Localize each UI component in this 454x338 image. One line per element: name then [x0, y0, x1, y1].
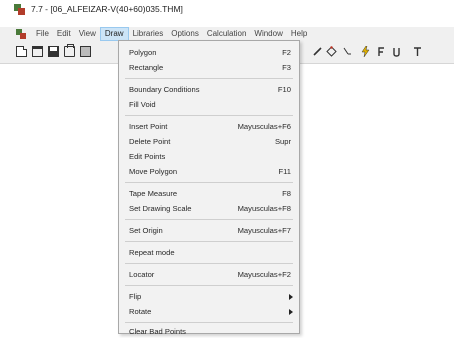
menu-item-label: Set Origin	[129, 226, 163, 235]
menu-item-label: Boundary Conditions	[129, 85, 200, 94]
menu-item-rectangle[interactable]: Rectangle F3	[119, 61, 299, 74]
menu-item-shortcut: F2	[282, 48, 291, 57]
menu-item-polygon[interactable]: Polygon F2	[119, 46, 299, 59]
menu-item-label: Fill Void	[129, 100, 156, 109]
menu-item-shortcut: F10	[277, 85, 291, 94]
submenu-arrow-icon	[289, 308, 293, 315]
menu-item-shortcut: Mayusculas+F6	[237, 122, 291, 131]
menu-separator	[125, 322, 293, 323]
new-document-icon[interactable]	[16, 46, 27, 57]
menu-separator	[125, 115, 293, 116]
special-f-icon[interactable]	[376, 46, 387, 57]
menu-view[interactable]: View	[75, 27, 100, 41]
menu-item-clear-bad-points[interactable]: Clear Bad Points	[119, 325, 299, 338]
menu-item-fill-void[interactable]: Fill Void	[119, 98, 299, 111]
menu-item-label: Polygon	[129, 48, 157, 57]
menu-item-shortcut: Mayusculas+F8	[237, 204, 291, 213]
menu-item-insert-point[interactable]: Insert Point Mayusculas+F6	[119, 120, 299, 133]
print-icon[interactable]	[64, 44, 75, 57]
menu-help[interactable]: Help	[287, 27, 311, 41]
menu-item-move-polygon[interactable]: Move Polygon F11	[119, 165, 299, 178]
draw-dropdown-menu: Polygon F2 Rectangle F3 Boundary Conditi…	[118, 40, 300, 336]
grid-icon[interactable]	[80, 46, 91, 57]
menu-libraries[interactable]: Libraries	[129, 27, 168, 41]
submenu-arrow-icon	[289, 293, 293, 300]
app-logo-icon	[14, 3, 25, 15]
menu-separator	[125, 263, 293, 264]
diamond-vertex-icon[interactable]	[326, 46, 337, 57]
lightning-icon[interactable]	[360, 46, 371, 57]
menu-item-label: Set Drawing Scale	[129, 204, 192, 213]
menu-item-flip[interactable]: Flip	[119, 290, 299, 303]
menu-separator	[125, 182, 293, 183]
menu-bar: File Edit View Draw Libraries Options Ca…	[0, 27, 454, 41]
menu-item-label: Edit Points	[129, 152, 166, 161]
t-tool-icon[interactable]	[412, 46, 423, 57]
menu-item-shortcut: Mayusculas+F7	[237, 226, 291, 235]
menu-item-locator[interactable]: Locator Mayusculas+F2	[119, 268, 299, 281]
save-disk-icon[interactable]	[48, 46, 59, 57]
menu-item-label: Repeat mode	[129, 248, 175, 257]
pencil-icon[interactable]	[312, 46, 323, 57]
menu-item-boundary-conditions[interactable]: Boundary Conditions F10	[119, 83, 299, 96]
menu-item-label: Move Polygon	[129, 167, 178, 176]
menu-separator	[125, 78, 293, 79]
menu-item-label: Tape Measure	[129, 189, 178, 198]
menu-item-label: Locator	[129, 270, 155, 279]
menu-edit[interactable]: Edit	[53, 27, 75, 41]
menu-item-label: Delete Point	[129, 137, 171, 146]
menu-item-shortcut: F8	[282, 189, 291, 198]
menu-item-label: Insert Point	[129, 122, 168, 131]
menu-draw[interactable]: Draw	[99, 27, 129, 41]
menu-item-shortcut: Mayusculas+F2	[237, 270, 291, 279]
open-folder-icon[interactable]	[32, 46, 43, 57]
menu-item-label: Rectangle	[129, 63, 164, 72]
menu-item-repeat-mode[interactable]: Repeat mode	[119, 246, 299, 259]
menu-item-shortcut: Supr	[274, 137, 291, 146]
menu-item-label: Flip	[129, 292, 142, 301]
menu-item-shortcut: F3	[282, 63, 291, 72]
menu-item-shortcut: F11	[278, 167, 291, 176]
menu-item-set-origin[interactable]: Set Origin Mayusculas+F7	[119, 224, 299, 237]
u-tool-icon[interactable]	[391, 46, 402, 57]
menu-calculation[interactable]: Calculation	[203, 27, 251, 41]
menu-options[interactable]: Options	[167, 27, 203, 41]
menu-item-edit-points[interactable]: Edit Points	[119, 150, 299, 163]
menu-item-label: Rotate	[129, 307, 152, 316]
window-title: 7.7 - [06_ALFEIZAR-V(40+60)035.THM]	[31, 4, 183, 14]
menu-item-tape-measure[interactable]: Tape Measure F8	[119, 187, 299, 200]
menu-separator	[125, 285, 293, 286]
document-menu-icon[interactable]	[16, 29, 26, 39]
title-bar: 7.7 - [06_ALFEIZAR-V(40+60)035.THM]	[0, 0, 454, 18]
menu-item-label: Clear Bad Points	[129, 327, 186, 336]
menu-file[interactable]: File	[32, 27, 53, 41]
menu-separator	[125, 219, 293, 220]
menu-item-rotate[interactable]: Rotate	[119, 305, 299, 318]
menu-item-delete-point[interactable]: Delete Point Supr	[119, 135, 299, 148]
menu-item-set-drawing-scale[interactable]: Set Drawing Scale Mayusculas+F8	[119, 202, 299, 215]
point-label-icon[interactable]	[342, 46, 353, 57]
menu-window[interactable]: Window	[250, 27, 286, 41]
menu-separator	[125, 241, 293, 242]
